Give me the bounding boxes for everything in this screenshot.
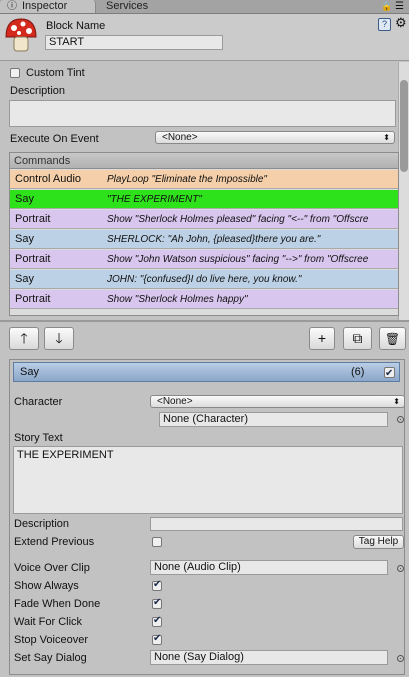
info-icon: ⓘ (7, 1, 17, 12)
story-text-area[interactable]: THE EXPERIMENT (13, 446, 403, 514)
command-summary: Show "Sherlock Holmes happy" (107, 294, 248, 305)
command-row[interactable]: Control Audio PlayLoop "Eliminate the Imp… (10, 170, 398, 189)
description-label: Description (10, 85, 66, 97)
tab-services[interactable]: Services (96, 0, 176, 13)
voice-over-clip-field[interactable]: None (Audio Clip) (150, 560, 388, 575)
block-name-field[interactable]: START (45, 35, 223, 50)
command-name: Portrait (15, 253, 51, 265)
character-object-field[interactable]: None (Character) (159, 412, 388, 427)
command-title: Say (20, 366, 39, 378)
stop-voiceover-label: Stop Voiceover (14, 634, 88, 646)
arrow-up-icon: 🡑 (20, 330, 28, 346)
wait-for-click-checkbox[interactable] (152, 615, 162, 627)
character-popup[interactable]: <None> ⬍ (150, 395, 405, 408)
set-say-dialog-field[interactable]: None (Say Dialog) (150, 650, 388, 665)
command-row[interactable]: Portrait Show "John Watson suspicious" fa… (10, 250, 398, 269)
block-name-label: Block Name (46, 20, 106, 32)
show-always-checkbox[interactable] (152, 579, 162, 591)
help-icon[interactable]: ? (378, 18, 391, 31)
commands-list: Commands Control Audio PlayLoop "Eliminat… (9, 152, 399, 316)
menu-icon[interactable]: ☰ (395, 0, 404, 13)
command-row[interactable]: Portrait Show "Sherlock Holmes pleased" f… (10, 210, 398, 229)
fade-when-done-label: Fade When Done (14, 598, 101, 610)
tab-services-label: Services (106, 0, 149, 12)
lock-icon[interactable]: 🔒 (381, 0, 392, 13)
stop-voiceover-checkbox[interactable] (152, 633, 162, 645)
command-name: Say (15, 193, 34, 205)
popup-arrow-icon: ⬍ (383, 133, 390, 142)
command-name: Portrait (15, 293, 51, 305)
command-name: Control Audio (15, 173, 82, 185)
command-index: (6) (351, 366, 365, 378)
plus-icon: + (317, 330, 327, 346)
command-summary: JOHN: "{confused}I do live here, you kno… (107, 274, 302, 285)
voice-over-clip-label: Voice Over Clip (14, 562, 90, 574)
scrollbar-thumb[interactable] (400, 80, 408, 172)
story-text-label: Story Text (14, 432, 63, 444)
trash-icon: 🗑 (384, 332, 401, 346)
popup-arrow-icon: ⬍ (393, 397, 400, 406)
block-header: Block Name START ? ⚙ (0, 14, 409, 61)
delete-command-button[interactable]: 🗑 (379, 327, 406, 350)
move-up-button[interactable]: 🡑 (9, 327, 39, 350)
gear-icon[interactable]: ⚙ (395, 16, 407, 30)
object-picker-icon[interactable] (397, 655, 404, 662)
command-name: Say (15, 273, 34, 285)
duplicate-icon: ⧉ (352, 330, 363, 346)
duplicate-command-button[interactable]: ⧉ (343, 327, 372, 350)
command-name: Portrait (15, 213, 51, 225)
description-field[interactable] (150, 517, 403, 531)
command-row[interactable]: Say JOHN: "{confused}I do live here, you … (10, 270, 398, 289)
command-summary: Show "Sherlock Holmes pleased" facing "<… (107, 214, 369, 225)
add-command-button[interactable]: + (309, 327, 335, 350)
execute-on-event-value: <None> (162, 132, 198, 143)
arrow-down-icon: 🡓 (55, 330, 63, 346)
custom-tint-label: Custom Tint (26, 67, 85, 79)
commands-header: Commands (10, 153, 398, 169)
tab-inspector[interactable]: ⓘ Inspector (0, 0, 96, 13)
tab-bar: ⓘ Inspector Services 🔒 ☰ (0, 0, 409, 14)
command-summary: PlayLoop "Eliminate the Impossible" (107, 174, 267, 185)
divider (0, 320, 409, 322)
description-label: Description (14, 518, 70, 530)
tag-help-button[interactable]: Tag Help (353, 535, 404, 549)
command-header-say[interactable]: Say (6) (13, 362, 400, 383)
command-name: Say (15, 233, 34, 245)
character-popup-value: <None> (157, 396, 193, 407)
command-row[interactable]: Say "THE EXPERIMENT" (10, 190, 398, 209)
object-picker-icon[interactable] (397, 416, 404, 423)
extend-previous-label: Extend Previous (14, 536, 95, 548)
command-summary: "THE EXPERIMENT" (107, 194, 202, 205)
fade-when-done-checkbox[interactable] (152, 597, 162, 609)
command-summary: Show "John Watson suspicious" facing "--… (107, 254, 369, 265)
command-enabled-checkbox[interactable] (384, 365, 395, 383)
character-label: Character (14, 396, 63, 408)
command-row[interactable]: Portrait Show "Sherlock Holmes happy" (10, 290, 398, 309)
set-say-dialog-label: Set Say Dialog (14, 652, 87, 664)
command-row[interactable]: Say SHERLOCK: "Ah John, {pleased}there yo… (10, 230, 398, 249)
mushroom-icon (5, 18, 37, 52)
command-summary: SHERLOCK: "Ah John, {pleased}there you a… (107, 234, 321, 245)
custom-tint-checkbox[interactable] (10, 68, 20, 78)
wait-for-click-label: Wait For Click (14, 616, 83, 628)
extend-previous-checkbox[interactable] (152, 537, 162, 547)
execute-on-event-label: Execute On Event (10, 133, 99, 145)
tab-inspector-label: Inspector (22, 0, 68, 12)
object-picker-icon[interactable] (397, 565, 404, 572)
description-field[interactable] (9, 100, 396, 127)
move-down-button[interactable]: 🡓 (44, 327, 74, 350)
show-always-label: Show Always (14, 580, 79, 592)
execute-on-event-popup[interactable]: <None> ⬍ (155, 131, 395, 144)
